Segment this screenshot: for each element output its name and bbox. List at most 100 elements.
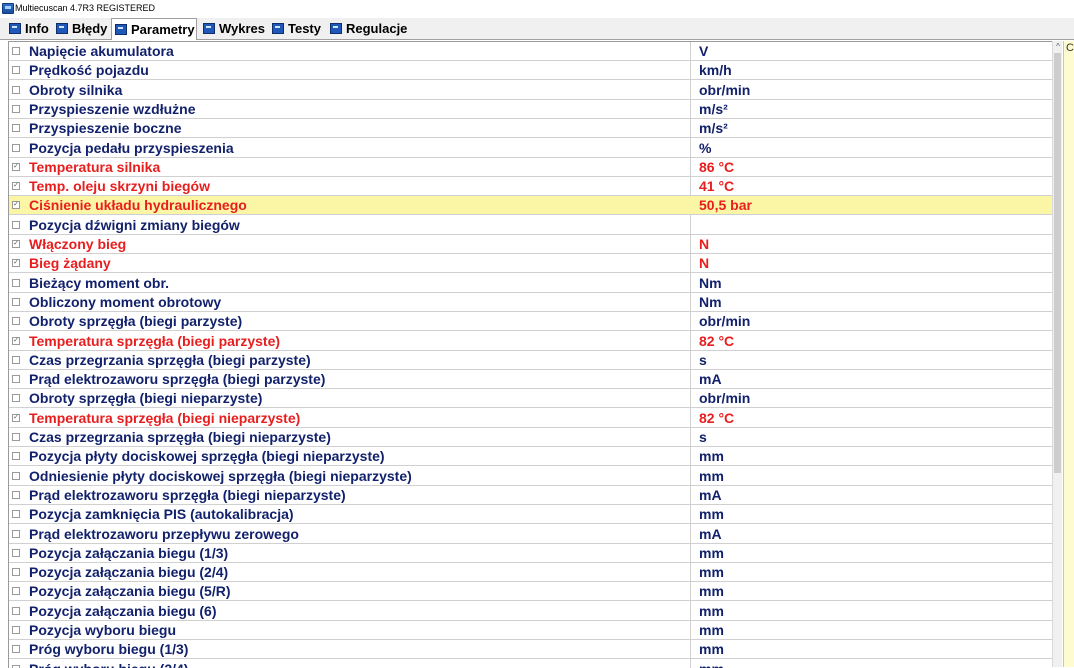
parameter-row[interactable]: ✓ Temperatura silnika 86 °C: [9, 158, 1053, 177]
checkbox-icon[interactable]: [12, 606, 20, 615]
parameter-name: Pozycja załączania biegu (6): [29, 602, 217, 619]
parameter-value: 82 °C: [699, 409, 735, 426]
checkbox-icon[interactable]: [12, 66, 20, 75]
parameter-value: mm: [699, 506, 724, 523]
tab-info[interactable]: Info: [6, 19, 49, 38]
parameter-row[interactable]: Pozycja pedału przyspieszenia%: [9, 139, 1053, 158]
title-bar: Multiecuscan 4.7R3 REGISTERED: [0, 0, 1074, 17]
checkbox-icon[interactable]: [12, 433, 20, 441]
parameter-row[interactable]: ✓ Temperatura sprzęgła (biegi nieparzyste…: [9, 409, 1053, 428]
tab-label: Wykres: [219, 21, 266, 36]
tab-tests[interactable]: Testy: [269, 19, 324, 38]
parameter-row[interactable]: Pozycja dźwigni zmiany biegów: [9, 216, 1053, 235]
parameter-row[interactable]: Pozycja płyty dociskowej sprzęgła (biegi…: [9, 447, 1053, 467]
checkbox-checked-icon[interactable]: ✓: [12, 413, 20, 422]
tab-chart[interactable]: Wykres: [200, 19, 265, 38]
tab-adjustments[interactable]: Regulacje: [327, 19, 411, 38]
checkbox-icon[interactable]: [12, 355, 20, 364]
checkbox-icon[interactable]: [12, 587, 20, 596]
parameter-row[interactable]: Pozycja załączania biegu (2/4) mm: [9, 563, 1053, 583]
parameter-value: mm: [699, 641, 724, 658]
scroll-thumb[interactable]: [1054, 53, 1061, 473]
scroll-up-arrow-icon[interactable]: ^: [1053, 41, 1063, 52]
parameter-row[interactable]: Obroty sprzęgła (biegi nieparzyste) obr/m…: [9, 389, 1053, 409]
parameter-grid: Napięcie akumulatora V Prędkość pojazdu km/…: [8, 41, 1053, 668]
checkbox-checked-icon[interactable]: ✓: [12, 182, 20, 191]
checkbox-icon[interactable]: [12, 490, 20, 499]
checkbox-checked-icon[interactable]: ✓: [12, 201, 20, 210]
tab-errors[interactable]: Błędy: [53, 19, 107, 38]
parameter-row[interactable]: Pozycja załączania biegu (5/R) mm: [9, 582, 1053, 602]
parameter-row[interactable]: Obroty sprzęgła (biegi parzyste) obr/min: [9, 312, 1053, 332]
checkbox-icon[interactable]: [12, 278, 20, 287]
checkbox-icon[interactable]: [12, 85, 20, 94]
parameter-row[interactable]: Napięcie akumulatora V: [9, 42, 1053, 61]
parameter-name: Obroty silnika: [29, 81, 123, 98]
checkbox-icon[interactable]: [12, 297, 20, 306]
parameter-row[interactable]: Czas przegrzania sprzęgła (biegi nieparz…: [9, 428, 1053, 447]
parameter-name: Ciśnienie układu hydraulicznego: [29, 197, 247, 214]
parameter-value: s: [699, 429, 707, 445]
parameter-name: Włączony bieg: [29, 236, 127, 252]
parameter-value: 86 °C: [699, 158, 735, 175]
parameter-row[interactable]: Prąd elektrozaworu sprzęgła (biegi niepa…: [9, 486, 1053, 505]
parameter-row[interactable]: Przyspieszenie boczne m/s²: [9, 119, 1053, 139]
parameter-row[interactable]: Pozycja zamknięcia PIS (autokalibracja) m…: [9, 505, 1053, 525]
checkbox-icon[interactable]: [12, 104, 20, 113]
tab-parameters[interactable]: Parametry: [111, 18, 197, 40]
checkbox-icon[interactable]: [12, 143, 20, 152]
window-title: Multiecuscan 4.7R3 REGISTERED: [15, 3, 156, 13]
parameter-row[interactable]: Prędkość pojazdu km/h: [9, 61, 1053, 81]
parameter-row[interactable]: ✓ Ciśnienie układu hydraulicznego 50,5 bar: [9, 196, 1053, 216]
parameter-value: 41 °C: [699, 178, 735, 195]
parameter-value: Nm: [699, 293, 722, 310]
parameter-row[interactable]: Obroty silnika obr/min: [9, 81, 1053, 100]
parameter-row[interactable]: ✓ Bieg żądany N: [9, 254, 1053, 274]
checkbox-icon[interactable]: [12, 568, 20, 577]
parameter-row[interactable]: Bieżący moment obr. Nm: [9, 274, 1053, 293]
parameter-row[interactable]: Pozycja załączania biegu (6) mm: [9, 602, 1053, 621]
checkbox-icon[interactable]: [12, 452, 20, 461]
checkbox-checked-icon[interactable]: ✓: [12, 162, 20, 171]
parameter-name: Prędkość pojazdu: [29, 62, 149, 79]
parameter-value: s: [699, 351, 707, 368]
checkbox-icon[interactable]: [12, 317, 20, 326]
checkbox-icon[interactable]: [12, 220, 20, 229]
tab-icon: [203, 23, 215, 34]
checkbox-icon[interactable]: [12, 529, 20, 538]
parameter-row[interactable]: Prąd elektrozaworu przepływu zerowego mA: [9, 525, 1053, 544]
parameter-row[interactable]: Pozycja wyboru biegu mm: [9, 621, 1053, 640]
parameter-row[interactable]: ✓ Temp. oleju skrzyni biegów 41 °C: [9, 177, 1053, 197]
checkbox-icon[interactable]: [12, 47, 20, 55]
checkbox-checked-icon[interactable]: ✓: [12, 336, 20, 345]
tab-icon: [330, 23, 342, 34]
parameter-row[interactable]: ✓ Temperatura sprzęgła (biegi parzyste) 82…: [9, 332, 1053, 351]
checkbox-icon[interactable]: [12, 626, 20, 634]
tab-icon: [272, 23, 284, 34]
checkbox-checked-icon[interactable]: ✓: [12, 240, 20, 248]
checkbox-icon[interactable]: [12, 510, 20, 519]
checkbox-icon[interactable]: [12, 394, 20, 403]
parameter-row[interactable]: Próg wyboru biegu (1/3) mm: [9, 640, 1053, 660]
parameter-name: Obroty sprzęgła (biegi parzyste): [29, 313, 243, 330]
vertical-scrollbar[interactable]: ^: [1052, 41, 1062, 667]
checkbox-icon[interactable]: [12, 471, 20, 480]
side-panel: C: [1063, 41, 1074, 667]
parameter-row[interactable]: Przyspieszenie wzdłużne m/s²: [9, 100, 1053, 119]
parameter-value: mA: [699, 525, 722, 542]
parameter-row[interactable]: Pozycja załączania biegu (1/3) mm: [9, 544, 1053, 563]
parameter-row[interactable]: Prąd elektrozaworu sprzęgła (biegi parzy…: [9, 370, 1053, 390]
checkbox-icon[interactable]: [12, 548, 20, 557]
parameter-name: Obliczony moment obrotowy: [29, 293, 222, 310]
parameter-row[interactable]: Obliczony moment obrotowy Nm: [9, 293, 1053, 312]
checkbox-icon[interactable]: [12, 645, 20, 654]
parameter-row[interactable]: Czas przegrzania sprzęgła (biegi parzyst…: [9, 351, 1053, 370]
tab-icon: [9, 23, 21, 34]
checkbox-icon[interactable]: [12, 124, 20, 133]
parameter-name: Pozycja załączania biegu (2/4): [29, 564, 229, 581]
checkbox-icon[interactable]: [12, 664, 20, 668]
parameter-row[interactable]: Odniesienie płyty dociskowej sprzęgła (b…: [9, 467, 1053, 486]
checkbox-icon[interactable]: [12, 375, 20, 384]
parameter-row[interactable]: ✓ Włączony bieg N: [9, 235, 1053, 254]
checkbox-checked-icon[interactable]: ✓: [12, 259, 20, 268]
